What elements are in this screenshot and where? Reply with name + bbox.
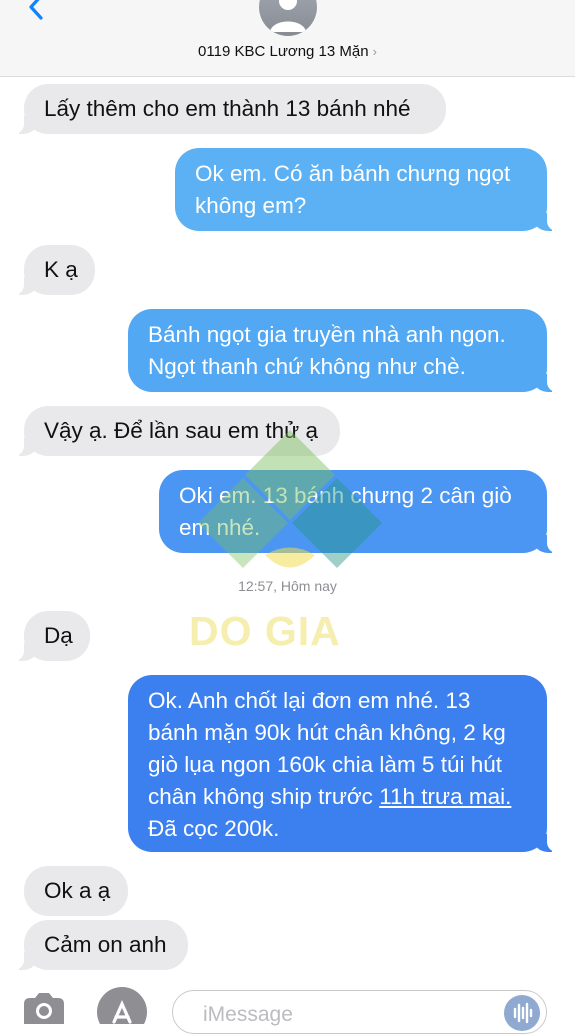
message-text: em nhé.	[179, 515, 261, 540]
app-store-icon[interactable]	[96, 984, 148, 1024]
message-text: Lấy thêm cho em thành 13 bánh nhé	[44, 96, 411, 121]
message-text: Vậy ạ. Để lần sau em thử ạ	[44, 418, 318, 443]
message-text: Oki em. 13 bánh chưng 2 cân giò	[179, 483, 512, 508]
voice-icon[interactable]	[504, 995, 540, 1031]
message-bubble-incoming[interactable]: Ok a ạ	[24, 866, 128, 916]
message-text: Ok. Anh chốt lại đơn em nhé. 13	[148, 688, 471, 713]
message-input[interactable]: iMessage	[172, 990, 547, 1034]
message-bubble-outgoing[interactable]: Ok em. Có ăn bánh chưng ngọt không em?	[175, 148, 557, 231]
message-bubble-incoming[interactable]: Lấy thêm cho em thành 13 bánh nhé	[14, 84, 446, 134]
message-text: Đã cọc 200k.	[148, 816, 280, 841]
contact-name: 0119 KBC Lương 13 Mặn	[198, 43, 369, 60]
message-text-part: chân không ship trước	[148, 784, 380, 809]
conversation-header: 0119 KBC Lương 13 Mặn ›	[0, 0, 575, 77]
message-text: bánh mặn 90k hút chân không, 2 kg	[148, 720, 506, 745]
message-bubble-outgoing[interactable]: Oki em. 13 bánh chưng 2 cân giò em nhé.	[159, 470, 557, 553]
message-text: chân không ship trước 11h trưa mai.	[148, 781, 527, 813]
message-text: Ok a ạ	[44, 878, 111, 903]
avatar-icon[interactable]	[259, 0, 317, 36]
message-text: Ngọt thanh chứ không như chè.	[148, 354, 466, 379]
message-text: Bánh ngọt gia truyền nhà anh ngon.	[148, 322, 506, 347]
message-text: không em?	[195, 193, 307, 218]
message-bubble-outgoing[interactable]: Ok. Anh chốt lại đơn em nhé. 13 bánh mặn…	[128, 675, 557, 852]
message-timestamp: 12:57, Hôm nay	[238, 578, 337, 594]
message-bubble-incoming[interactable]: Vậy ạ. Để lần sau em thử ạ	[14, 406, 340, 456]
camera-icon[interactable]	[20, 984, 68, 1024]
message-bubble-incoming[interactable]: K ạ	[14, 245, 95, 295]
message-placeholder: iMessage	[203, 1003, 293, 1026]
message-bubble-incoming[interactable]: Dạ	[14, 611, 90, 661]
back-chevron-icon[interactable]	[24, 0, 50, 20]
message-text: K ạ	[44, 257, 78, 282]
watermark-text: DO GIA	[189, 608, 341, 654]
message-text: Cảm on anh	[44, 932, 167, 957]
date-link[interactable]: 11h trưa mai.	[379, 784, 511, 809]
message-bubble-incoming[interactable]: Cảm on anh	[14, 920, 188, 970]
message-bubble-outgoing[interactable]: Bánh ngọt gia truyền nhà anh ngon. Ngọt …	[128, 309, 557, 392]
message-text: giò lụa ngon 160k chia làm 5 túi hút	[148, 752, 502, 777]
contact-name-button[interactable]: 0119 KBC Lương 13 Mặn ›	[0, 43, 575, 60]
message-text: Ok em. Có ăn bánh chưng ngọt	[195, 161, 511, 186]
message-text: Dạ	[44, 623, 73, 648]
chevron-right-icon: ›	[372, 44, 377, 59]
message-input-bar: iMessage	[0, 984, 575, 1034]
